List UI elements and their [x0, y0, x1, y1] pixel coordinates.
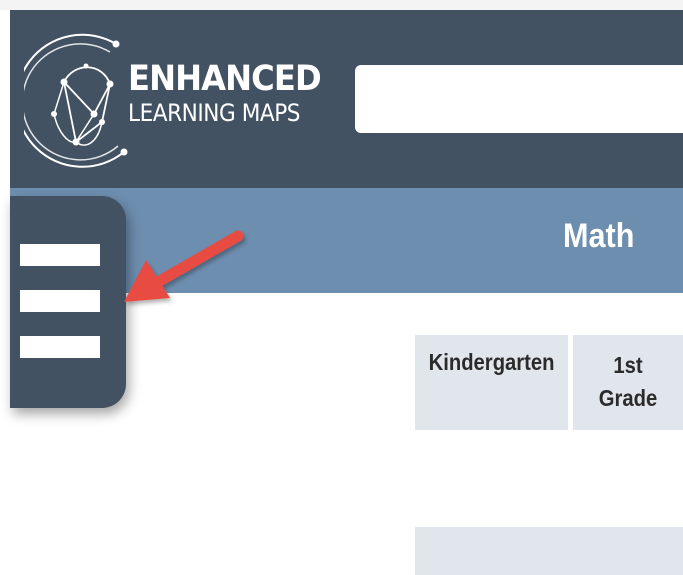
grade-label: Kindergarten [428, 349, 555, 375]
menu-bar-top [20, 244, 100, 266]
hamburger-menu-button[interactable] [10, 196, 126, 408]
brand-subtitle: LEARNING MAPS [128, 99, 301, 127]
menu-bar-middle [20, 290, 100, 312]
menu-bar-bottom [20, 336, 100, 358]
grade-tab-1st-grade[interactable]: 1st Grade [573, 335, 683, 430]
site-header: ENHANCED LEARNING MAPS [10, 10, 683, 188]
subject-title: Math [563, 217, 635, 255]
logo-icon[interactable] [24, 22, 136, 178]
grade-label-line1: 1st [613, 352, 643, 378]
top-strip [0, 0, 683, 10]
brand-title: ENHANCED [128, 59, 322, 99]
table-row [415, 527, 683, 575]
page: ENHANCED LEARNING MAPS Math Kindergarten… [0, 0, 683, 575]
grade-label-line2: Grade [598, 385, 658, 412]
grade-tab-kindergarten[interactable]: Kindergarten [415, 335, 568, 430]
brand-wordmark[interactable]: ENHANCED LEARNING MAPS [128, 59, 338, 127]
search-input[interactable] [355, 65, 683, 133]
